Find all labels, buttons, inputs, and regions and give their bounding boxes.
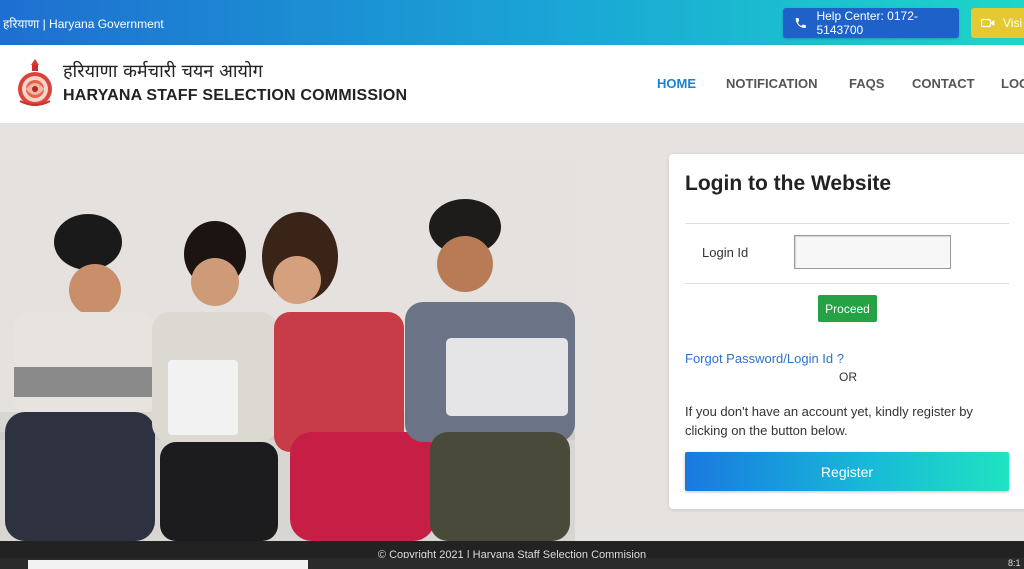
nav-contact[interactable]: CONTACT [912, 76, 975, 91]
nav-faqs[interactable]: FAQS [849, 76, 884, 91]
top-bar: हरियाणा | Haryana Government Help Center… [0, 0, 1024, 45]
divider [685, 223, 1009, 224]
login-id-label: Login Id [702, 245, 749, 260]
proceed-button[interactable]: Proceed [818, 295, 877, 322]
divider [685, 283, 1009, 284]
video-icon [981, 18, 995, 28]
login-id-input[interactable] [794, 235, 951, 269]
nav-home[interactable]: HOME [657, 76, 696, 91]
students-photo [0, 162, 575, 541]
register-info-text: If you don't have an account yet, kindly… [685, 404, 973, 438]
register-button[interactable]: Register [685, 452, 1009, 491]
nav-login[interactable]: LOG [1001, 76, 1024, 91]
hindi-title: हरियाणा कर्मचारी चयन आयोग [63, 61, 263, 82]
taskbar-search-box[interactable] [28, 560, 308, 569]
haryana-emblem-logo[interactable] [15, 57, 55, 109]
visit-button[interactable]: Visi [971, 8, 1024, 38]
english-title: HARYANA STAFF SELECTION COMMISSION [63, 87, 408, 104]
login-title: Login to the Website [685, 172, 892, 195]
or-separator: OR [839, 370, 857, 384]
help-center-button[interactable]: Help Center: 0172-5143700 [783, 8, 959, 38]
forgot-password-link[interactable]: Forgot Password/Login Id ? [685, 351, 844, 366]
footer: © Copyright 2021 | Haryana Staff Selecti… [0, 541, 1024, 558]
taskbar-clock: 8:1 [1008, 558, 1021, 568]
help-center-label: Help Center: 0172-5143700 [816, 9, 918, 37]
government-label: हरियाणा | Haryana Government [3, 17, 164, 31]
login-card: Login to the Website Login Id Proceed Fo… [669, 154, 1024, 509]
visit-label: Visi [1003, 16, 1023, 30]
os-taskbar: 8:1 [0, 558, 1024, 569]
site-header: हरियाणा कर्मचारी चयन आयोग HARYANA STAFF … [0, 45, 1024, 123]
nav-notification[interactable]: NOTIFICATION [726, 76, 817, 91]
copyright-text: © Copyright 2021 | Haryana Staff Selecti… [377, 549, 647, 558]
phone-icon [795, 17, 806, 29]
